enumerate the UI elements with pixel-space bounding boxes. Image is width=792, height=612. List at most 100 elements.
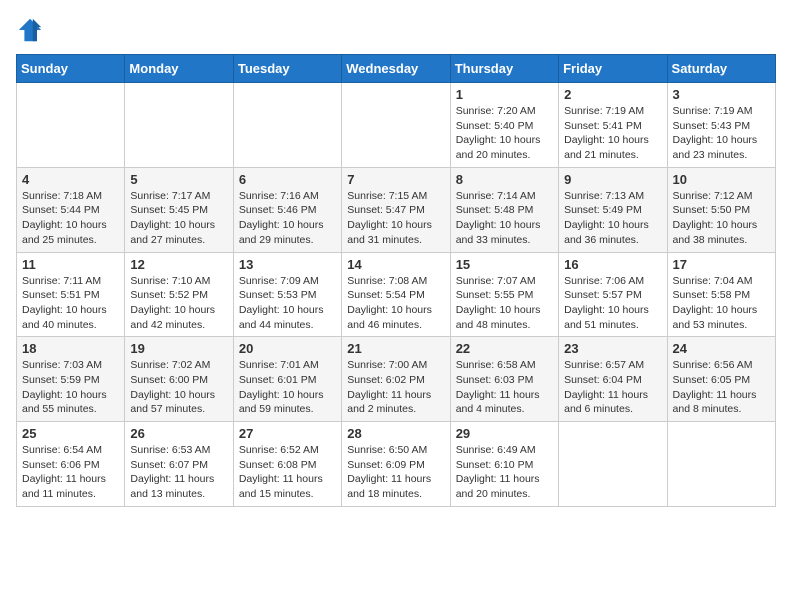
day-number: 9 xyxy=(564,172,661,187)
day-number: 17 xyxy=(673,257,770,272)
calendar-cell: 7 Sunrise: 7:15 AM Sunset: 5:47 PM Daylig… xyxy=(342,167,450,252)
day-info: Sunrise: 7:19 AM Sunset: 5:41 PM Dayligh… xyxy=(564,104,661,163)
day-number: 16 xyxy=(564,257,661,272)
day-number: 6 xyxy=(239,172,336,187)
day-info: Sunrise: 7:17 AM Sunset: 5:45 PM Dayligh… xyxy=(130,189,227,248)
calendar-week-row: 4 Sunrise: 7:18 AM Sunset: 5:44 PM Daylig… xyxy=(17,167,776,252)
day-number: 5 xyxy=(130,172,227,187)
calendar-cell: 12Sunrise: 7:10 AM Sunset: 5:52 PM Dayli… xyxy=(125,252,233,337)
calendar-cell: 4 Sunrise: 7:18 AM Sunset: 5:44 PM Daylig… xyxy=(17,167,125,252)
day-info: Sunrise: 6:49 AM Sunset: 6:10 PM Dayligh… xyxy=(456,443,553,502)
day-info: Sunrise: 7:14 AM Sunset: 5:48 PM Dayligh… xyxy=(456,189,553,248)
day-number: 22 xyxy=(456,341,553,356)
day-of-week-header: Tuesday xyxy=(233,55,341,83)
calendar-table: SundayMondayTuesdayWednesdayThursdayFrid… xyxy=(16,54,776,507)
day-info: Sunrise: 7:01 AM Sunset: 6:01 PM Dayligh… xyxy=(239,358,336,417)
day-number: 24 xyxy=(673,341,770,356)
day-of-week-header: Sunday xyxy=(17,55,125,83)
day-info: Sunrise: 7:07 AM Sunset: 5:55 PM Dayligh… xyxy=(456,274,553,333)
day-number: 13 xyxy=(239,257,336,272)
logo-icon xyxy=(16,16,44,44)
calendar-cell: 20 Sunrise: 7:01 AM Sunset: 6:01 PM Dayli… xyxy=(233,337,341,422)
day-number: 28 xyxy=(347,426,444,441)
day-of-week-header: Monday xyxy=(125,55,233,83)
day-number: 18 xyxy=(22,341,119,356)
day-info: Sunrise: 7:20 AM Sunset: 5:40 PM Dayligh… xyxy=(456,104,553,163)
day-number: 12 xyxy=(130,257,227,272)
calendar-cell: 25 Sunrise: 6:54 AM Sunset: 6:06 PM Dayli… xyxy=(17,422,125,507)
day-number: 21 xyxy=(347,341,444,356)
day-number: 29 xyxy=(456,426,553,441)
day-number: 8 xyxy=(456,172,553,187)
calendar-cell: 18Sunrise: 7:03 AM Sunset: 5:59 PM Dayli… xyxy=(17,337,125,422)
calendar-cell: 11 Sunrise: 7:11 AM Sunset: 5:51 PM Dayli… xyxy=(17,252,125,337)
day-info: Sunrise: 6:56 AM Sunset: 6:05 PM Dayligh… xyxy=(673,358,770,417)
calendar-cell: 3 Sunrise: 7:19 AM Sunset: 5:43 PM Daylig… xyxy=(667,83,775,168)
day-number: 10 xyxy=(673,172,770,187)
calendar-cell xyxy=(559,422,667,507)
calendar-cell: 16 Sunrise: 7:06 AM Sunset: 5:57 PM Dayli… xyxy=(559,252,667,337)
calendar-cell: 26Sunrise: 6:53 AM Sunset: 6:07 PM Dayli… xyxy=(125,422,233,507)
day-number: 15 xyxy=(456,257,553,272)
day-info: Sunrise: 7:08 AM Sunset: 5:54 PM Dayligh… xyxy=(347,274,444,333)
day-info: Sunrise: 7:16 AM Sunset: 5:46 PM Dayligh… xyxy=(239,189,336,248)
calendar-cell: 22 Sunrise: 6:58 AM Sunset: 6:03 PM Dayli… xyxy=(450,337,558,422)
day-of-week-header: Thursday xyxy=(450,55,558,83)
calendar-cell: 5 Sunrise: 7:17 AM Sunset: 5:45 PM Daylig… xyxy=(125,167,233,252)
day-number: 14 xyxy=(347,257,444,272)
calendar-cell: 6 Sunrise: 7:16 AM Sunset: 5:46 PM Daylig… xyxy=(233,167,341,252)
day-number: 11 xyxy=(22,257,119,272)
day-number: 2 xyxy=(564,87,661,102)
calendar-cell: 17 Sunrise: 7:04 AM Sunset: 5:58 PM Dayli… xyxy=(667,252,775,337)
day-info: Sunrise: 7:06 AM Sunset: 5:57 PM Dayligh… xyxy=(564,274,661,333)
page-header xyxy=(16,16,776,44)
calendar-cell: 1 Sunrise: 7:20 AM Sunset: 5:40 PM Daylig… xyxy=(450,83,558,168)
day-info: Sunrise: 7:13 AM Sunset: 5:49 PM Dayligh… xyxy=(564,189,661,248)
day-info: Sunrise: 7:04 AM Sunset: 5:58 PM Dayligh… xyxy=(673,274,770,333)
calendar-week-row: 18Sunrise: 7:03 AM Sunset: 5:59 PM Dayli… xyxy=(17,337,776,422)
calendar-cell: 23Sunrise: 6:57 AM Sunset: 6:04 PM Dayli… xyxy=(559,337,667,422)
day-of-week-header: Saturday xyxy=(667,55,775,83)
calendar-week-row: 1 Sunrise: 7:20 AM Sunset: 5:40 PM Daylig… xyxy=(17,83,776,168)
day-number: 1 xyxy=(456,87,553,102)
calendar-cell: 14 Sunrise: 7:08 AM Sunset: 5:54 PM Dayli… xyxy=(342,252,450,337)
day-number: 20 xyxy=(239,341,336,356)
day-info: Sunrise: 6:53 AM Sunset: 6:07 PM Dayligh… xyxy=(130,443,227,502)
day-number: 27 xyxy=(239,426,336,441)
day-info: Sunrise: 6:57 AM Sunset: 6:04 PM Dayligh… xyxy=(564,358,661,417)
day-number: 19 xyxy=(130,341,227,356)
calendar-cell xyxy=(667,422,775,507)
day-of-week-header: Friday xyxy=(559,55,667,83)
day-info: Sunrise: 7:12 AM Sunset: 5:50 PM Dayligh… xyxy=(673,189,770,248)
day-info: Sunrise: 6:50 AM Sunset: 6:09 PM Dayligh… xyxy=(347,443,444,502)
calendar-cell: 28 Sunrise: 6:50 AM Sunset: 6:09 PM Dayli… xyxy=(342,422,450,507)
day-info: Sunrise: 7:15 AM Sunset: 5:47 PM Dayligh… xyxy=(347,189,444,248)
calendar-cell: 19 Sunrise: 7:02 AM Sunset: 6:00 PM Dayli… xyxy=(125,337,233,422)
calendar-cell: 29 Sunrise: 6:49 AM Sunset: 6:10 PM Dayli… xyxy=(450,422,558,507)
day-info: Sunrise: 6:58 AM Sunset: 6:03 PM Dayligh… xyxy=(456,358,553,417)
calendar-cell: 24 Sunrise: 6:56 AM Sunset: 6:05 PM Dayli… xyxy=(667,337,775,422)
day-info: Sunrise: 7:02 AM Sunset: 6:00 PM Dayligh… xyxy=(130,358,227,417)
day-of-week-header: Wednesday xyxy=(342,55,450,83)
day-number: 7 xyxy=(347,172,444,187)
calendar-header-row: SundayMondayTuesdayWednesdayThursdayFrid… xyxy=(17,55,776,83)
calendar-cell: 21 Sunrise: 7:00 AM Sunset: 6:02 PM Dayli… xyxy=(342,337,450,422)
calendar-cell xyxy=(233,83,341,168)
calendar-cell xyxy=(17,83,125,168)
day-info: Sunrise: 7:18 AM Sunset: 5:44 PM Dayligh… xyxy=(22,189,119,248)
calendar-cell xyxy=(125,83,233,168)
day-info: Sunrise: 6:54 AM Sunset: 6:06 PM Dayligh… xyxy=(22,443,119,502)
day-info: Sunrise: 7:11 AM Sunset: 5:51 PM Dayligh… xyxy=(22,274,119,333)
day-info: Sunrise: 7:00 AM Sunset: 6:02 PM Dayligh… xyxy=(347,358,444,417)
calendar-cell: 10 Sunrise: 7:12 AM Sunset: 5:50 PM Dayli… xyxy=(667,167,775,252)
day-number: 4 xyxy=(22,172,119,187)
calendar-cell: 13 Sunrise: 7:09 AM Sunset: 5:53 PM Dayli… xyxy=(233,252,341,337)
calendar-cell: 27 Sunrise: 6:52 AM Sunset: 6:08 PM Dayli… xyxy=(233,422,341,507)
day-info: Sunrise: 7:19 AM Sunset: 5:43 PM Dayligh… xyxy=(673,104,770,163)
day-info: Sunrise: 7:09 AM Sunset: 5:53 PM Dayligh… xyxy=(239,274,336,333)
day-number: 25 xyxy=(22,426,119,441)
day-number: 3 xyxy=(673,87,770,102)
calendar-cell: 15 Sunrise: 7:07 AM Sunset: 5:55 PM Dayli… xyxy=(450,252,558,337)
day-info: Sunrise: 6:52 AM Sunset: 6:08 PM Dayligh… xyxy=(239,443,336,502)
calendar-week-row: 25 Sunrise: 6:54 AM Sunset: 6:06 PM Dayli… xyxy=(17,422,776,507)
